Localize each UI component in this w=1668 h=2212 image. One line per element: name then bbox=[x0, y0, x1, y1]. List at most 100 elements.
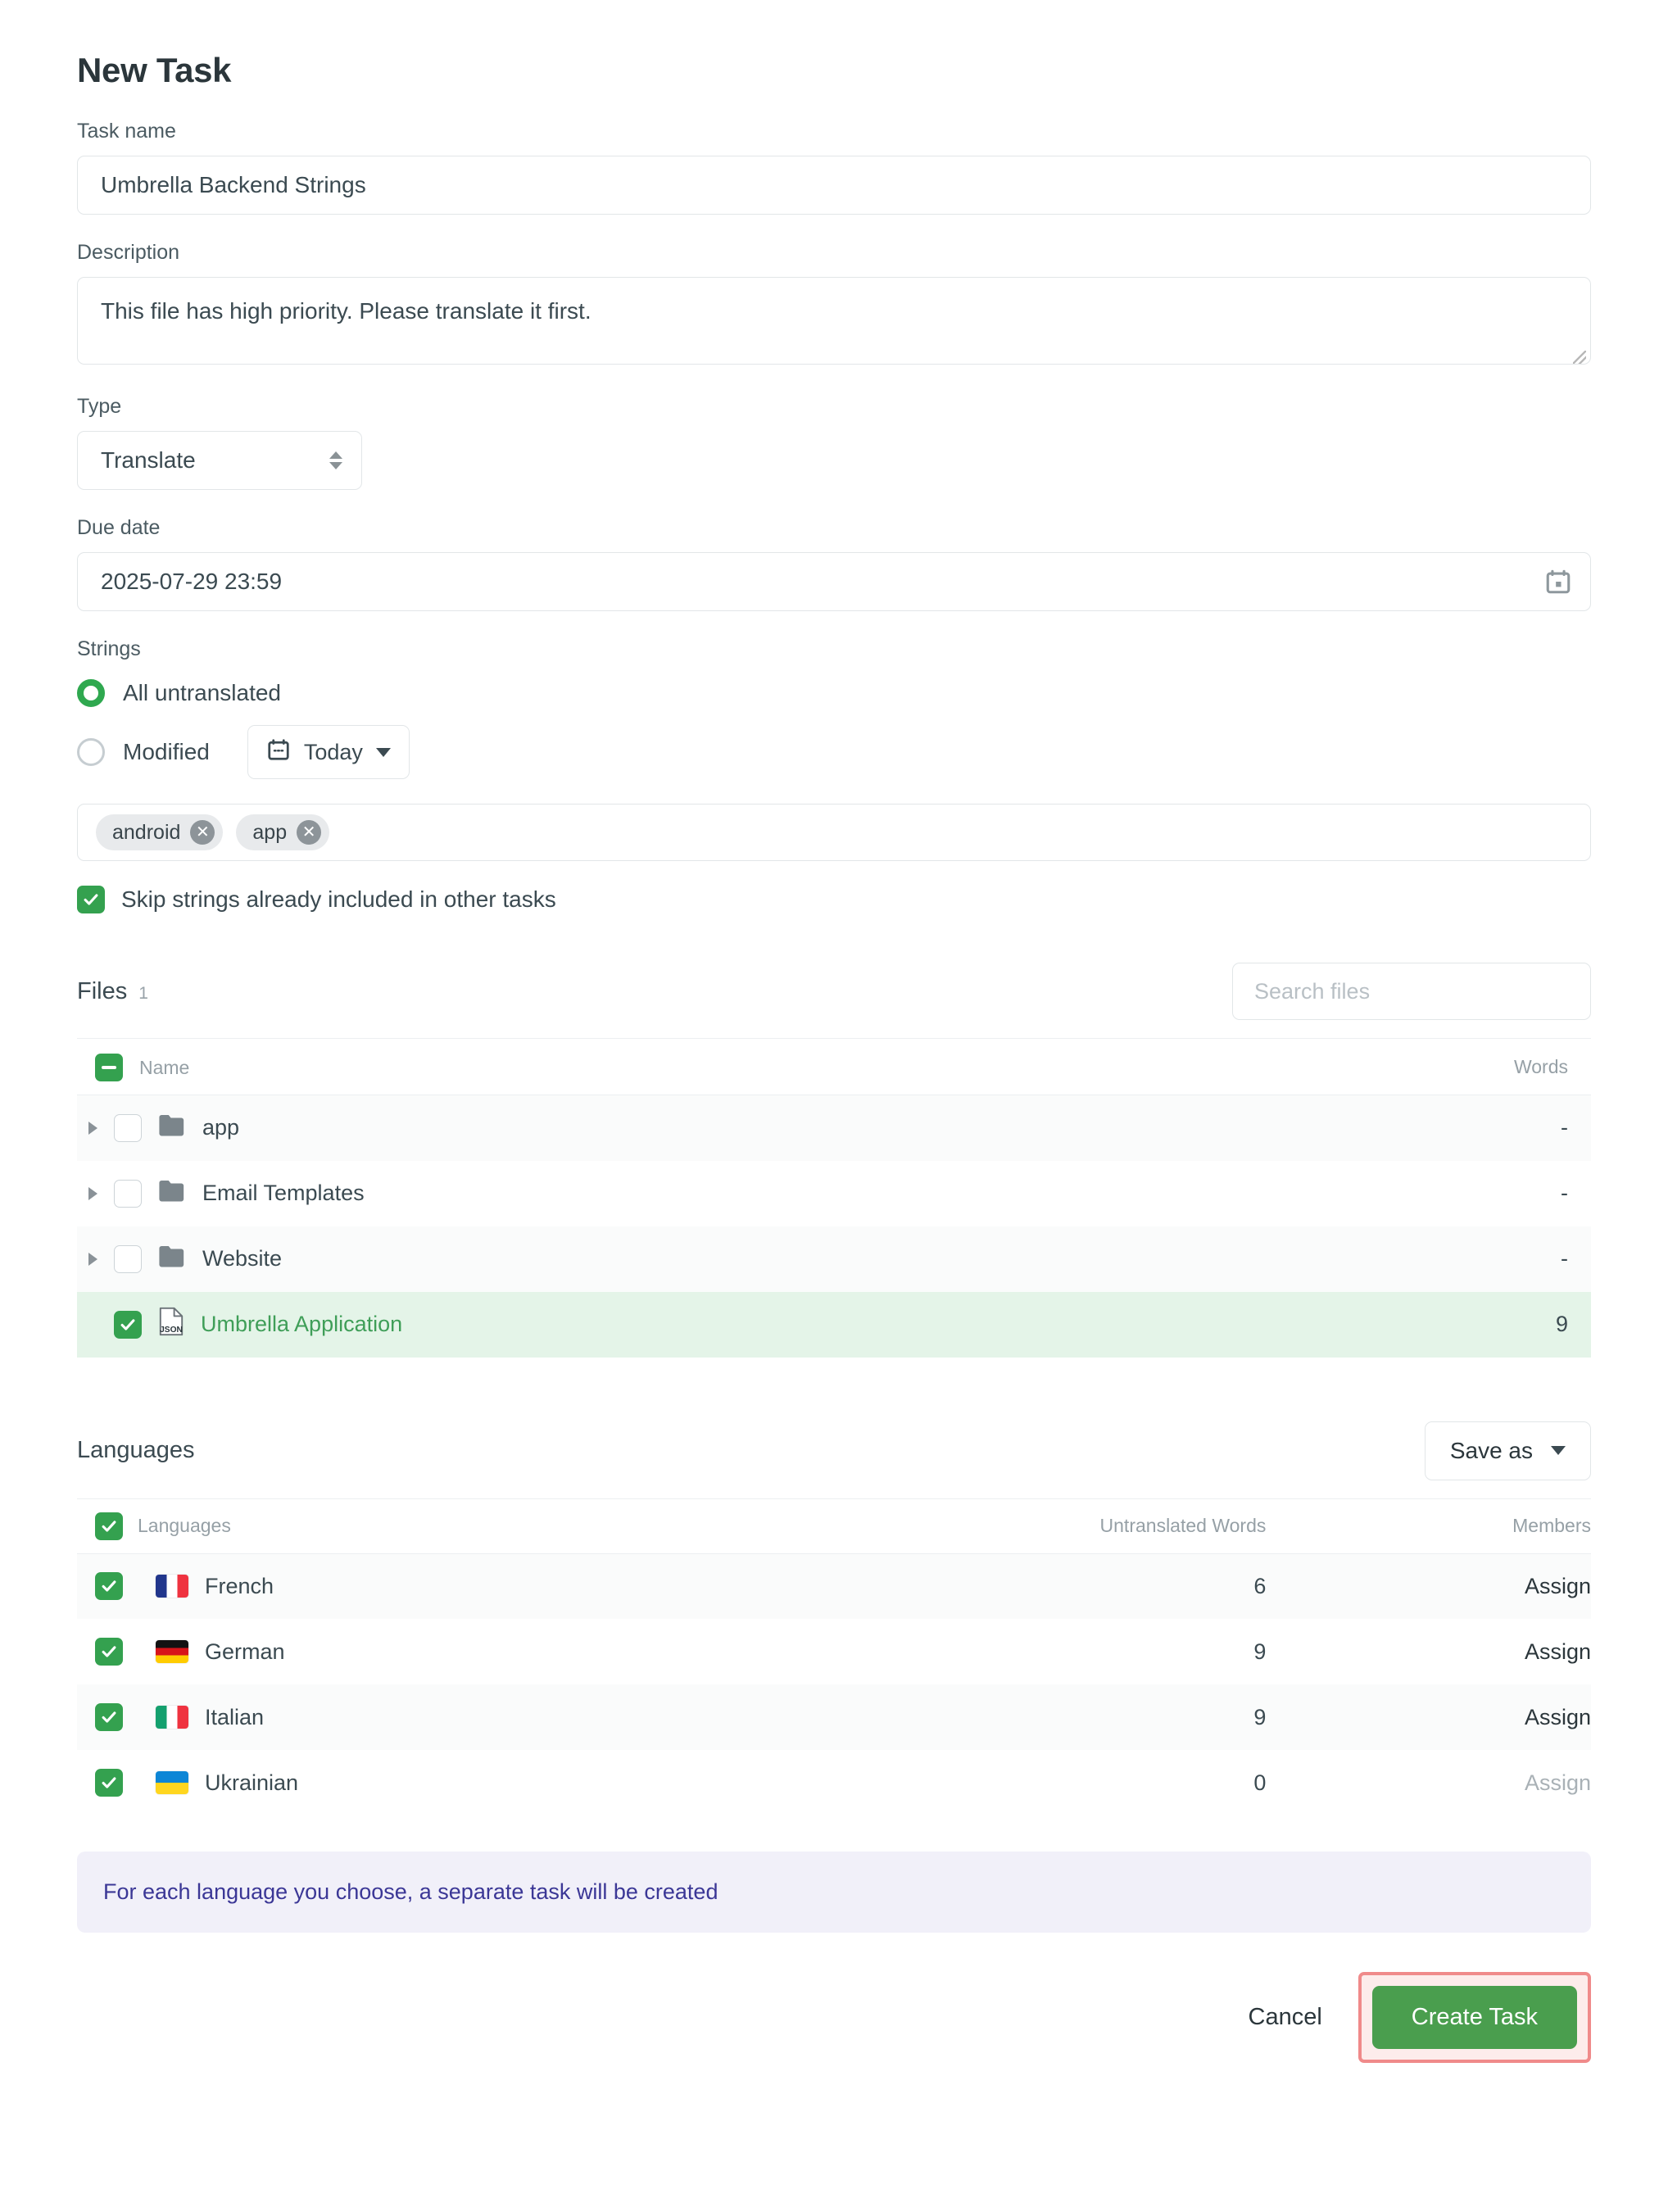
file-row-label: Umbrella Application bbox=[201, 1312, 403, 1336]
folder-icon bbox=[158, 1244, 186, 1274]
language-checkbox-cell bbox=[77, 1684, 138, 1750]
tags-input[interactable]: android ✕ app ✕ bbox=[77, 804, 1591, 861]
radio-all-untranslated-label: All untranslated bbox=[123, 680, 282, 705]
languages-column-name: Languages bbox=[138, 1498, 601, 1554]
table-row[interactable]: Email Templates - bbox=[77, 1161, 1591, 1226]
due-date-input[interactable] bbox=[77, 552, 1591, 611]
create-task-button[interactable]: Create Task bbox=[1371, 1986, 1577, 2049]
modified-date-dropdown[interactable]: Today bbox=[247, 725, 410, 779]
calendar-icon[interactable] bbox=[1540, 564, 1576, 600]
type-field-group: Type Translate bbox=[77, 395, 1591, 490]
flag-germany-icon bbox=[156, 1640, 188, 1663]
files-select-all-checkbox[interactable] bbox=[95, 1054, 123, 1081]
language-untranslated-words: 9 bbox=[1253, 1639, 1267, 1664]
chevron-right-icon[interactable] bbox=[88, 1121, 97, 1135]
language-label: Ukrainian bbox=[205, 1770, 299, 1795]
languages-table-header-row: Languages Untranslated Words Members bbox=[77, 1498, 1591, 1554]
task-name-input[interactable] bbox=[77, 156, 1591, 215]
table-row[interactable]: Italian 9 Assign bbox=[77, 1684, 1591, 1750]
cancel-button[interactable]: Cancel bbox=[1221, 1989, 1350, 2046]
file-row-label: Website bbox=[202, 1246, 283, 1271]
language-members-cell: Assign bbox=[1364, 1684, 1591, 1750]
file-row-checkbox[interactable] bbox=[114, 1244, 142, 1273]
table-row[interactable]: app - bbox=[77, 1095, 1591, 1161]
language-untranslated-words: 6 bbox=[1253, 1573, 1267, 1598]
create-task-highlight: Create Task bbox=[1358, 1972, 1591, 2063]
files-section-header: Files 1 bbox=[77, 963, 1591, 1020]
radio-modified[interactable] bbox=[77, 738, 105, 766]
radio-row-all-untranslated[interactable]: All untranslated bbox=[77, 679, 1591, 707]
json-file-icon: JSON bbox=[158, 1307, 184, 1342]
languages-table-body: French 6 Assign German 9 Assign Italian … bbox=[77, 1553, 1591, 1815]
svg-text:JSON: JSON bbox=[160, 1326, 183, 1335]
language-label: German bbox=[205, 1639, 285, 1664]
files-table: Name Words app - Email Templates - Websi… bbox=[77, 1038, 1591, 1358]
table-row[interactable]: German 9 Assign bbox=[77, 1619, 1591, 1684]
radio-modified-label: Modified bbox=[123, 739, 210, 764]
tag-chip[interactable]: app ✕ bbox=[236, 814, 330, 850]
task-name-field-group: Task name bbox=[77, 120, 1591, 215]
chevron-right-icon[interactable] bbox=[88, 1252, 97, 1266]
languages-select-all-checkbox[interactable] bbox=[95, 1512, 123, 1540]
table-row[interactable]: Website - bbox=[77, 1226, 1591, 1292]
chevron-right-icon[interactable] bbox=[88, 1186, 97, 1200]
assign-button[interactable]: Assign bbox=[1525, 1705, 1591, 1729]
languages-table: Languages Untranslated Words Members Fre… bbox=[77, 1498, 1591, 1816]
files-count: 1 bbox=[138, 983, 148, 1003]
folder-icon bbox=[158, 1113, 186, 1143]
close-icon[interactable]: ✕ bbox=[297, 820, 322, 845]
table-row[interactable]: JSON Umbrella Application 9 bbox=[77, 1291, 1591, 1358]
radio-row-modified[interactable]: Modified Today bbox=[77, 725, 1591, 779]
due-date-label: Due date bbox=[77, 516, 161, 539]
language-name-cell: German bbox=[138, 1619, 601, 1684]
modified-date-value: Today bbox=[303, 739, 363, 764]
calendar-small-icon bbox=[266, 737, 291, 768]
description-textarea[interactable]: This file has high priority. Please tran… bbox=[77, 277, 1591, 365]
assign-button[interactable]: Assign bbox=[1525, 1574, 1591, 1598]
search-files-input[interactable] bbox=[1232, 963, 1591, 1020]
type-label: Type bbox=[77, 395, 122, 418]
language-name-cell: Italian bbox=[138, 1684, 601, 1750]
save-as-button[interactable]: Save as bbox=[1424, 1421, 1591, 1480]
file-name-cell: app bbox=[77, 1095, 1301, 1161]
file-name-cell: JSON Umbrella Application bbox=[77, 1292, 1301, 1358]
languages-title: Languages bbox=[77, 1437, 195, 1463]
file-row-words: - bbox=[1561, 1181, 1568, 1205]
chevron-down-icon bbox=[1551, 1446, 1566, 1455]
close-icon[interactable]: ✕ bbox=[190, 820, 215, 845]
description-label: Description bbox=[77, 241, 180, 264]
flag-italy-icon bbox=[156, 1706, 188, 1729]
files-column-words: Words bbox=[1301, 1038, 1591, 1095]
language-row-checkbox[interactable] bbox=[95, 1637, 123, 1666]
file-row-checkbox[interactable] bbox=[114, 1310, 142, 1339]
type-select[interactable]: Translate bbox=[77, 431, 362, 490]
due-date-field-group: Due date bbox=[77, 516, 1591, 611]
language-row-checkbox[interactable] bbox=[95, 1571, 123, 1600]
type-select-value: Translate bbox=[101, 447, 196, 473]
file-row-label: app bbox=[202, 1115, 240, 1140]
new-task-page: New Task Task name Description This file… bbox=[0, 0, 1668, 2212]
radio-all-untranslated[interactable] bbox=[77, 679, 105, 707]
table-row[interactable]: Ukrainian 0 Assign bbox=[77, 1750, 1591, 1815]
flag-ukraine-icon bbox=[156, 1771, 188, 1794]
info-banner: For each language you choose, a separate… bbox=[77, 1852, 1591, 1933]
languages-column-untranslated: Untranslated Words bbox=[601, 1498, 1365, 1554]
folder-icon bbox=[158, 1178, 186, 1208]
task-name-label: Task name bbox=[77, 120, 176, 143]
language-row-checkbox[interactable] bbox=[95, 1768, 123, 1797]
skip-strings-row[interactable]: Skip strings already included in other t… bbox=[77, 886, 1591, 913]
language-label: French bbox=[205, 1573, 274, 1598]
tag-chip[interactable]: android ✕ bbox=[96, 814, 224, 850]
files-table-body: app - Email Templates - Website - JSON U… bbox=[77, 1095, 1591, 1358]
language-checkbox-cell bbox=[77, 1553, 138, 1619]
assign-button[interactable]: Assign bbox=[1525, 1639, 1591, 1664]
file-row-words: - bbox=[1561, 1246, 1568, 1271]
assign-button[interactable]: Assign bbox=[1525, 1770, 1591, 1795]
strings-label: Strings bbox=[77, 637, 141, 660]
skip-strings-checkbox[interactable] bbox=[77, 886, 105, 913]
language-row-checkbox[interactable] bbox=[95, 1702, 123, 1731]
table-row[interactable]: French 6 Assign bbox=[77, 1553, 1591, 1619]
file-row-words: 9 bbox=[1555, 1312, 1568, 1336]
file-row-checkbox[interactable] bbox=[114, 1113, 142, 1142]
file-row-checkbox[interactable] bbox=[114, 1179, 142, 1208]
